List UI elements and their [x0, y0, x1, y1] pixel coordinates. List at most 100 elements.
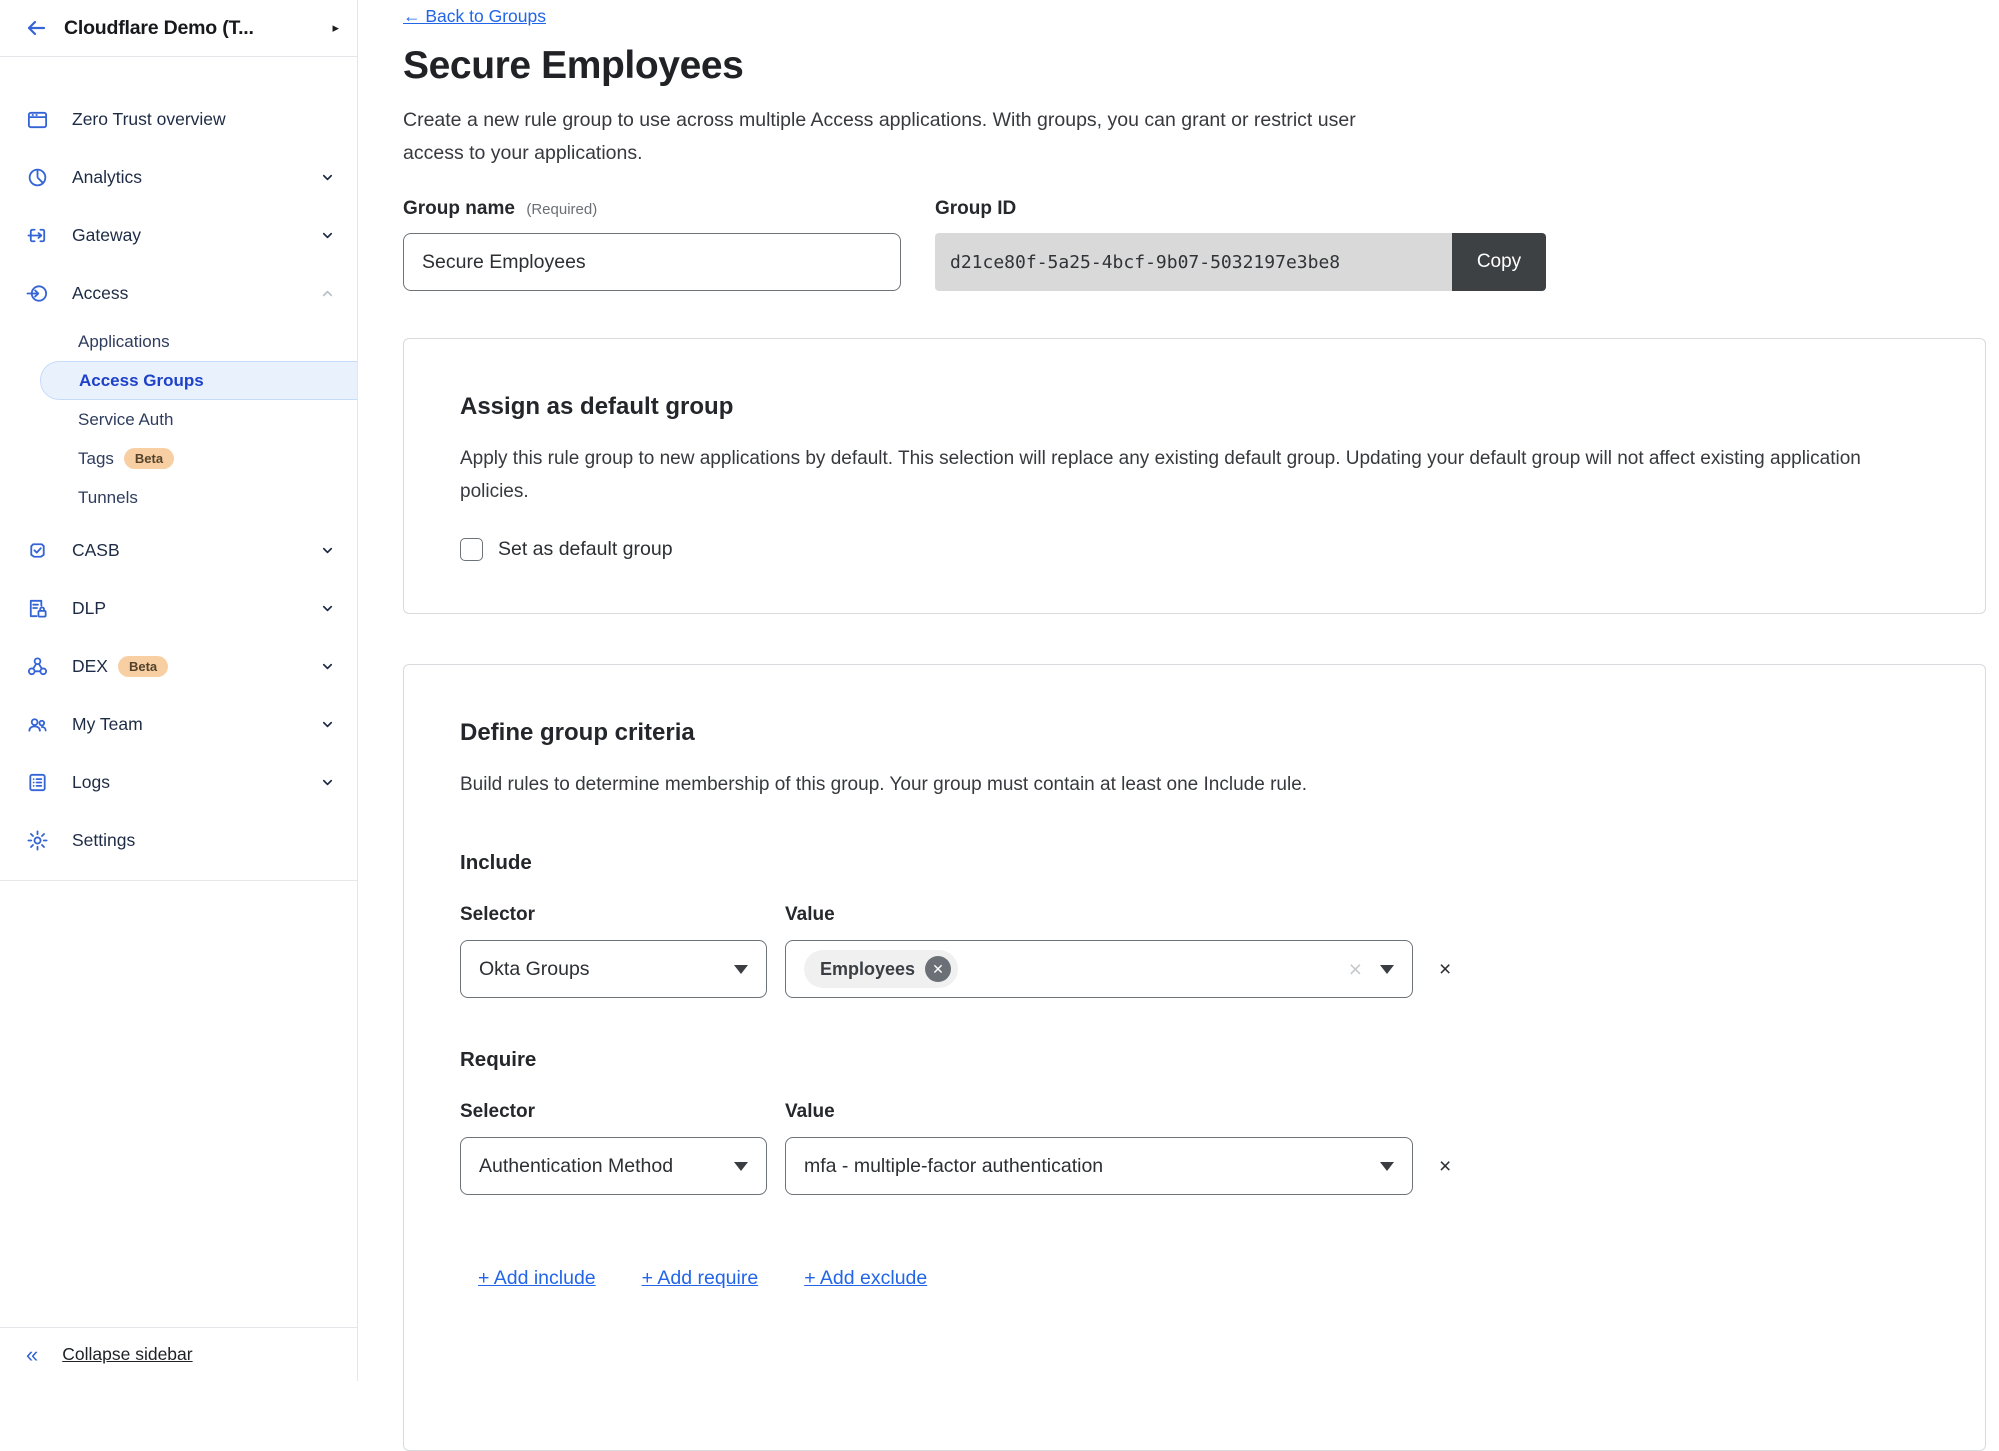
- page-description: Create a new rule group to use across mu…: [403, 104, 1373, 170]
- add-include-link[interactable]: + Add include: [478, 1267, 596, 1290]
- set-default-group-checkbox[interactable]: [460, 538, 483, 561]
- require-value-dropdown[interactable]: mfa - multiple-factor authentication: [785, 1137, 1413, 1195]
- include-value-multiselect[interactable]: Employees ✕ ×: [785, 940, 1413, 998]
- sidebar-item-casb[interactable]: CASB: [0, 521, 357, 579]
- default-group-card-title: Assign as default group: [460, 393, 1929, 421]
- chevron-down-icon: [1380, 965, 1394, 974]
- criteria-card-description: Build rules to determine membership of t…: [460, 768, 1885, 801]
- chevron-right-icon[interactable]: ▸: [332, 20, 339, 36]
- sub-item-label: Tunnels: [78, 488, 138, 508]
- sidebar-item-access[interactable]: Access: [0, 264, 357, 322]
- set-default-group-row: Set as default group: [460, 538, 1929, 561]
- sidebar-item-label: Zero Trust overview: [72, 109, 226, 130]
- window-icon: [26, 108, 49, 131]
- group-name-input[interactable]: [403, 233, 901, 291]
- collapse-sidebar-label: Collapse sidebar: [62, 1344, 192, 1365]
- chevron-down-icon: [734, 965, 748, 974]
- add-require-link[interactable]: + Add require: [642, 1267, 759, 1290]
- remove-include-rule-icon[interactable]: ×: [1439, 959, 1451, 980]
- clear-values-icon[interactable]: ×: [1349, 958, 1362, 981]
- sidebar-item-dlp[interactable]: DLP: [0, 579, 357, 637]
- collapse-sidebar-button[interactable]: « Collapse sidebar: [0, 1327, 357, 1381]
- default-group-card: Assign as default group Apply this rule …: [403, 338, 1986, 614]
- sub-item-label: Access Groups: [79, 371, 204, 391]
- default-group-card-description: Apply this rule group to new application…: [460, 442, 1885, 508]
- include-section-heading: Include: [460, 851, 1929, 875]
- require-selector-value: Authentication Method: [479, 1155, 673, 1178]
- value-chip: Employees ✕: [804, 950, 958, 988]
- include-column-labels: Selector Value: [460, 904, 1929, 926]
- sidebar-item-tags[interactable]: Tags Beta: [0, 439, 357, 478]
- sidebar-item-applications[interactable]: Applications: [0, 322, 357, 361]
- required-note: (Required): [526, 201, 597, 218]
- chevron-down-icon: [734, 1162, 748, 1171]
- include-selector-dropdown[interactable]: Okta Groups: [460, 940, 767, 998]
- access-login-icon: [26, 282, 49, 305]
- chevron-down-icon: [1380, 1162, 1394, 1171]
- sidebar-item-label: Gateway: [72, 225, 141, 246]
- chevron-down-icon[interactable]: [320, 170, 335, 185]
- gear-icon: [26, 829, 49, 852]
- back-arrow-icon[interactable]: [24, 15, 50, 41]
- logs-list-icon: [26, 771, 49, 794]
- group-id-field: Group ID d21ce80f-5a25-4bcf-9b07-5032197…: [935, 198, 1546, 291]
- sidebar-item-access-groups[interactable]: Access Groups: [40, 361, 357, 400]
- group-name-field: Group name (Required): [403, 198, 901, 291]
- account-name[interactable]: Cloudflare Demo (T...: [64, 17, 254, 40]
- copy-button[interactable]: Copy: [1452, 233, 1546, 291]
- sidebar-item-label: Analytics: [72, 167, 142, 188]
- collapse-chevrons-icon: «: [26, 1344, 38, 1366]
- value-chip-label: Employees: [820, 959, 915, 980]
- access-subnav: Applications Access Groups Service Auth …: [0, 322, 357, 517]
- sidebar-item-my-team[interactable]: My Team: [0, 695, 357, 753]
- sidebar-item-gateway[interactable]: Gateway: [0, 206, 357, 264]
- dex-network-icon: [26, 655, 49, 678]
- selector-column-label: Selector: [460, 904, 785, 926]
- criteria-card: Define group criteria Build rules to det…: [403, 664, 1986, 1451]
- sidebar-item-label: CASB: [72, 540, 120, 561]
- chip-remove-icon[interactable]: ✕: [925, 956, 951, 982]
- page-title: Secure Employees: [403, 44, 1986, 88]
- criteria-card-title: Define group criteria: [460, 719, 1929, 747]
- back-to-groups-link[interactable]: ← Back to Groups: [403, 6, 546, 27]
- chevron-down-icon[interactable]: [320, 659, 335, 674]
- sidebar-item-label: DLP: [72, 598, 106, 619]
- chevron-down-icon[interactable]: [320, 543, 335, 558]
- chevron-down-icon[interactable]: [320, 775, 335, 790]
- sidebar-item-analytics[interactable]: Analytics: [0, 148, 357, 206]
- chevron-up-icon[interactable]: [320, 286, 335, 301]
- selector-column-label: Selector: [460, 1101, 785, 1123]
- value-column-label: Value: [785, 904, 835, 926]
- chevron-down-icon[interactable]: [320, 601, 335, 616]
- sidebar-item-zero-trust-overview[interactable]: Zero Trust overview: [0, 90, 357, 148]
- sidebar-item-tunnels[interactable]: Tunnels: [0, 478, 357, 517]
- require-selector-dropdown[interactable]: Authentication Method: [460, 1137, 767, 1195]
- sidebar-header: Cloudflare Demo (T... ▸: [0, 0, 357, 57]
- sidebar-item-service-auth[interactable]: Service Auth: [0, 400, 357, 439]
- include-selector-value: Okta Groups: [479, 958, 590, 981]
- sidebar: Cloudflare Demo (T... ▸ Zero Trust overv…: [0, 0, 358, 1381]
- beta-badge: Beta: [124, 448, 174, 469]
- sub-item-label: Tags: [78, 449, 114, 469]
- chevron-down-icon[interactable]: [320, 228, 335, 243]
- add-exclude-link[interactable]: + Add exclude: [804, 1267, 927, 1290]
- sidebar-item-label: Settings: [72, 830, 135, 851]
- group-name-id-row: Group name (Required) Group ID d21ce80f-…: [403, 198, 1986, 291]
- require-section-heading: Require: [460, 1048, 1929, 1072]
- sidebar-item-dex[interactable]: DEX Beta: [0, 637, 357, 695]
- casb-shield-check-icon: [26, 539, 49, 562]
- sidebar-item-logs[interactable]: Logs: [0, 753, 357, 811]
- sub-item-label: Applications: [78, 332, 170, 352]
- group-id-label: Group ID: [935, 198, 1546, 220]
- main-content: ← Back to Groups Secure Employees Create…: [403, 0, 1986, 1451]
- remove-require-rule-icon[interactable]: ×: [1439, 1156, 1451, 1177]
- sidebar-nav: Zero Trust overview Analytics Gateway: [0, 57, 357, 881]
- sidebar-item-settings[interactable]: Settings: [0, 811, 357, 869]
- require-value: mfa - multiple-factor authentication: [804, 1155, 1103, 1178]
- dlp-document-lock-icon: [26, 597, 49, 620]
- sidebar-item-label: Logs: [72, 772, 110, 793]
- add-rule-links: + Add include + Add require + Add exclud…: [478, 1267, 1929, 1290]
- chevron-down-icon[interactable]: [320, 717, 335, 732]
- require-rule-row: Authentication Method mfa - multiple-fac…: [460, 1137, 1929, 1195]
- sub-item-label: Service Auth: [78, 410, 173, 430]
